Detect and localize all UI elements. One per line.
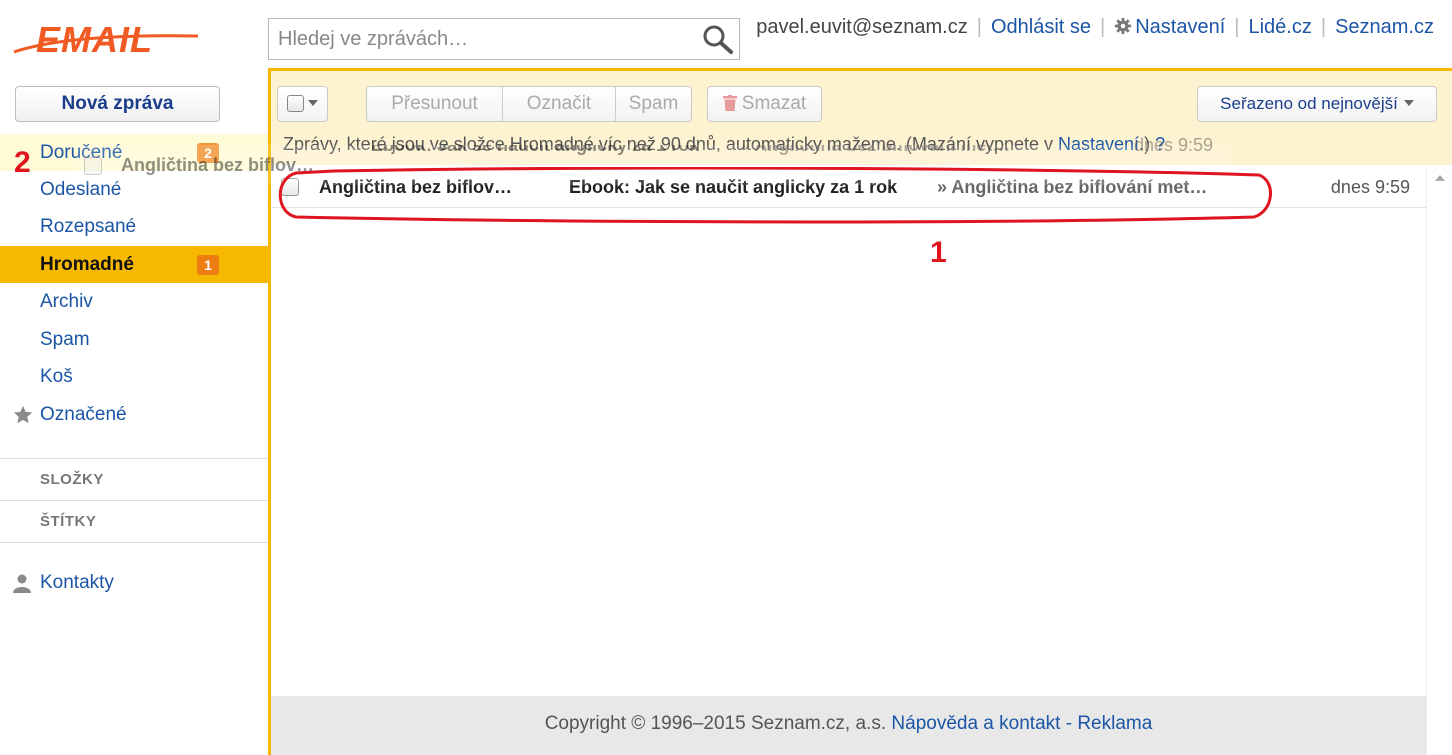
sidebar-item-bulk[interactable]: Hromadné 1 bbox=[0, 246, 268, 283]
person-icon bbox=[13, 574, 31, 593]
footer: Copyright © 1996–2015 Seznam.cz, a.s. Ná… bbox=[271, 696, 1426, 755]
svg-text:EMAIL: EMAIL bbox=[36, 19, 153, 60]
select-all-checkbox[interactable] bbox=[287, 95, 304, 112]
copyright-text: Copyright © 1996–2015 Seznam.cz, a.s. bbox=[544, 713, 887, 734]
ghost-clip: Ebook: Jak se naučit anglicky za 1 rok »… bbox=[363, 145, 1173, 169]
top-links: pavel.euvit@seznam.cz | Odhlásit se | Na… bbox=[756, 16, 1434, 39]
sort-dropdown[interactable]: Seřazeno od nejnovější bbox=[1197, 86, 1437, 122]
gear-icon bbox=[1115, 17, 1132, 35]
unread-badge: 1 bbox=[197, 255, 219, 275]
settings-link[interactable]: Nastavení bbox=[1114, 16, 1225, 39]
ghost-subject: Ebook: Jak se naučit anglicky za 1 rok bbox=[371, 145, 700, 155]
mark-label: Označit bbox=[526, 93, 592, 114]
email-logo[interactable]: EMAIL bbox=[8, 14, 208, 64]
sort-label: Seřazeno od nejnovější bbox=[1220, 94, 1398, 113]
separator: | bbox=[976, 16, 982, 38]
trash-icon bbox=[722, 95, 737, 111]
ghost-snippet: » Angličtina bez biflování met… bbox=[740, 145, 1011, 155]
user-email: pavel.euvit@seznam.cz bbox=[756, 16, 968, 38]
message-time: dnes 9:59 bbox=[1330, 177, 1410, 197]
search-box bbox=[268, 18, 740, 60]
sidebar-item-drafts[interactable]: Rozepsané bbox=[0, 208, 268, 245]
sidebar-item-starred[interactable]: Označené bbox=[0, 396, 268, 433]
sidebar-item-contacts[interactable]: Kontakty bbox=[0, 565, 268, 601]
annotation-ellipse bbox=[278, 167, 1272, 224]
lide-link[interactable]: Lidé.cz bbox=[1248, 16, 1311, 39]
mark-button[interactable]: Označit bbox=[503, 87, 616, 121]
new-message-button[interactable]: Nová zpráva bbox=[15, 86, 220, 122]
ghost-checkbox bbox=[84, 157, 102, 175]
logout-link[interactable]: Odhlásit se bbox=[991, 16, 1091, 39]
search-input[interactable] bbox=[269, 19, 699, 59]
chevron-down-icon bbox=[308, 100, 318, 106]
sidebar-item-label: Spam bbox=[40, 329, 90, 350]
seznam-link[interactable]: Seznam.cz bbox=[1335, 16, 1434, 39]
message-list bbox=[271, 165, 1426, 695]
separator: | bbox=[1100, 16, 1106, 38]
scrollbar[interactable] bbox=[1426, 165, 1452, 755]
ads-link[interactable]: Reklama bbox=[1077, 713, 1152, 734]
chevron-down-icon bbox=[1403, 100, 1414, 106]
footer-dash: - bbox=[1065, 713, 1073, 734]
separator: | bbox=[1234, 16, 1240, 38]
sidebar-item-label: Rozepsané bbox=[40, 216, 137, 237]
annotation-number: 1 bbox=[930, 236, 947, 269]
annotation-number: 2 bbox=[14, 146, 31, 179]
select-all-dropdown[interactable] bbox=[277, 86, 328, 122]
star-icon bbox=[13, 405, 33, 424]
delete-button[interactable]: Smazat bbox=[707, 86, 822, 122]
sidebar-item-archive[interactable]: Archiv bbox=[0, 283, 268, 320]
contacts-label: Kontakty bbox=[40, 572, 114, 593]
labels-section-toggle[interactable]: ŠTÍTKY bbox=[0, 500, 268, 542]
help-contact-link[interactable]: Nápověda a kontakt bbox=[891, 713, 1060, 734]
ghost-time: dnes 9:59 bbox=[1134, 135, 1214, 155]
sidebar-item-trash[interactable]: Koš bbox=[0, 358, 268, 395]
sidebar-item-label: Hromadné bbox=[40, 254, 134, 275]
sidebar-item-label: Koš bbox=[40, 366, 73, 387]
scroll-up-arrow[interactable] bbox=[1435, 175, 1445, 181]
sidebar-item-label: Označené bbox=[40, 404, 127, 425]
settings-label: Nastavení bbox=[1135, 16, 1226, 38]
delete-label: Smazat bbox=[741, 93, 807, 114]
spam-button[interactable]: Spam bbox=[616, 87, 691, 121]
action-button-group: Přesunout Označit Spam bbox=[366, 86, 692, 122]
separator: | bbox=[1320, 16, 1327, 38]
magnifier-icon[interactable] bbox=[701, 23, 735, 55]
folders-section-toggle[interactable]: SLOŽKY bbox=[0, 458, 268, 500]
divider bbox=[0, 542, 268, 543]
sidebar-item-spam[interactable]: Spam bbox=[0, 321, 268, 358]
move-label: Přesunout bbox=[391, 93, 478, 114]
move-button[interactable]: Přesunout bbox=[367, 87, 503, 121]
sidebar-item-label: Archiv bbox=[40, 291, 93, 312]
